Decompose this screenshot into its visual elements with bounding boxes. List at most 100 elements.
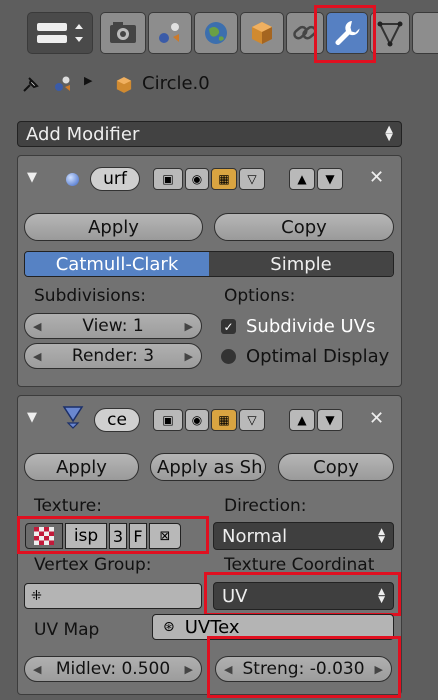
triangle-down-icon: ▼ [325, 172, 335, 186]
texture-selector: isp 3 F ⊠ [25, 523, 202, 549]
catmull-clark-option[interactable]: Catmull-Clark [25, 252, 209, 276]
increment-icon: ▶ [374, 662, 383, 676]
subdivide-uvs-checkbox[interactable]: ✓ Subdivide UVs [221, 316, 375, 337]
checkbox-unchecked-icon [221, 349, 236, 364]
modifier-name-field[interactable]: ce [94, 408, 140, 432]
render-levels-field[interactable]: ◀ Render: 3 ▶ [24, 343, 202, 369]
direction-dropdown[interactable]: Normal ▲ ▼ [213, 522, 394, 550]
texture-coordinates-value: UV [222, 585, 248, 607]
tab-object[interactable] [240, 12, 284, 54]
triangle-up-icon: ▲ [297, 172, 307, 186]
add-modifier-label: Add Modifier [26, 123, 140, 145]
render-icon [110, 22, 136, 43]
vertex-group-icon: ⁜ [31, 588, 42, 604]
tab-scene[interactable] [148, 12, 192, 54]
strength-value: Streng: -0.030 [242, 659, 365, 679]
scene-icon [159, 23, 179, 43]
copy-button[interactable]: Copy [214, 213, 394, 241]
texture-coordinates-label: Texture Coordinat [224, 555, 375, 575]
mesh-object-icon [116, 77, 132, 93]
increment-icon: ▶ [184, 319, 193, 333]
move-up-button[interactable]: ▲ [289, 409, 315, 431]
displace-modifier-icon [62, 406, 84, 429]
move-up-button[interactable]: ▲ [289, 168, 315, 190]
texture-browse-button[interactable] [25, 523, 63, 549]
tab-data[interactable] [370, 12, 410, 54]
up-down-arrows-icon: ▲ ▼ [378, 587, 385, 605]
tab-modifiers[interactable] [326, 12, 368, 54]
camera-icon: ▣ [162, 413, 174, 427]
copy-button[interactable]: Copy [278, 453, 394, 481]
up-down-arrows-icon: ▲ ▼ [378, 527, 385, 545]
eye-icon: ◉ [191, 413, 203, 427]
world-icon [205, 22, 227, 44]
texture-label: Texture: [34, 496, 102, 516]
add-modifier-dropdown[interactable]: Add Modifier ▲ ▼ [17, 121, 402, 147]
pin-icon[interactable] [20, 74, 42, 94]
uv-map-value: UVTex [184, 616, 240, 638]
editmode-icon: ▦ [218, 413, 230, 427]
view-levels-field[interactable]: ◀ View: 1 ▶ [24, 313, 202, 339]
vertex-group-label: Vertex Group: [34, 555, 152, 575]
direction-label: Direction: [224, 496, 307, 516]
increment-icon: ▶ [184, 662, 193, 676]
checkbox-checked-icon: ✓ [221, 319, 236, 334]
close-icon[interactable]: ✕ [369, 408, 384, 429]
texture-coordinates-dropdown[interactable]: UV ▲ ▼ [213, 582, 394, 610]
editmode-icon: ▦ [218, 172, 230, 186]
view-levels-value: View: 1 [82, 316, 144, 336]
render-toggle[interactable]: ▣ [153, 168, 183, 190]
apply-button[interactable]: Apply [24, 453, 139, 481]
decrement-icon: ◀ [224, 662, 233, 676]
editmode-toggle[interactable]: ▦ [211, 409, 237, 431]
triangle-down-icon: ▼ [325, 413, 335, 427]
viewport-toggle[interactable]: ◉ [185, 409, 209, 431]
apply-as-shape-button[interactable]: Apply as Sh [150, 453, 266, 481]
viewport-toggle[interactable]: ◉ [185, 168, 209, 190]
decrement-icon: ◀ [33, 662, 42, 676]
unlink-texture-button[interactable]: ⊠ [149, 523, 181, 549]
render-levels-value: Render: 3 [71, 346, 155, 366]
subsurf-modifier-icon [66, 173, 79, 186]
fake-user-toggle[interactable]: F [129, 523, 147, 549]
wrench-icon [335, 21, 360, 45]
texture-users-count[interactable]: 3 [109, 523, 127, 549]
subdivisions-label: Subdivisions: [34, 286, 146, 306]
tab-render[interactable] [100, 12, 146, 54]
texture-name-field[interactable]: isp [65, 523, 107, 549]
eye-icon: ◉ [191, 172, 203, 186]
optimal-display-label: Optimal Display [246, 346, 390, 367]
modifier-name-field[interactable]: urf [90, 167, 140, 191]
collapse-triangle-icon[interactable]: ▼ [27, 170, 37, 185]
cage-icon: ▽ [247, 413, 257, 427]
breadcrumb-separator-icon: ▶ [84, 74, 93, 87]
render-toggle[interactable]: ▣ [153, 409, 183, 431]
move-down-button[interactable]: ▼ [317, 409, 343, 431]
object-name: Circle.0 [142, 73, 210, 94]
midlevel-field[interactable]: ◀ Midlev: 0.500 ▶ [24, 656, 202, 682]
optimal-display-checkbox[interactable]: Optimal Display [221, 346, 389, 367]
vertex-group-field[interactable]: ⁜ [24, 583, 202, 609]
up-down-arrows-icon: ▲ ▼ [385, 124, 393, 143]
constraints-icon [293, 25, 317, 40]
close-icon[interactable]: ✕ [369, 167, 384, 188]
editor-type-menu[interactable] [27, 12, 93, 54]
tab-constraints[interactable] [286, 12, 324, 54]
tab-more[interactable] [412, 12, 438, 54]
camera-icon: ▣ [162, 172, 174, 186]
midlevel-value: Midlev: 0.500 [55, 659, 171, 679]
cage-toggle[interactable]: ▽ [239, 409, 265, 431]
subdivide-uvs-label: Subdivide UVs [246, 316, 376, 337]
tab-world[interactable] [194, 12, 238, 54]
move-down-button[interactable]: ▼ [317, 168, 343, 190]
cage-toggle[interactable]: ▽ [239, 168, 265, 190]
simple-option[interactable]: Simple [209, 252, 393, 276]
vertex-icon [377, 21, 403, 47]
collapse-triangle-icon[interactable]: ▼ [27, 410, 37, 425]
editmode-toggle[interactable]: ▦ [211, 168, 237, 190]
decrement-icon: ◀ [33, 319, 42, 333]
apply-button[interactable]: Apply [24, 213, 203, 241]
uv-map-field[interactable]: ⊛ UVTex [152, 614, 394, 640]
strength-field[interactable]: ◀ Streng: -0.030 ▶ [215, 656, 392, 682]
unlink-x-icon: ⊠ [159, 528, 171, 544]
